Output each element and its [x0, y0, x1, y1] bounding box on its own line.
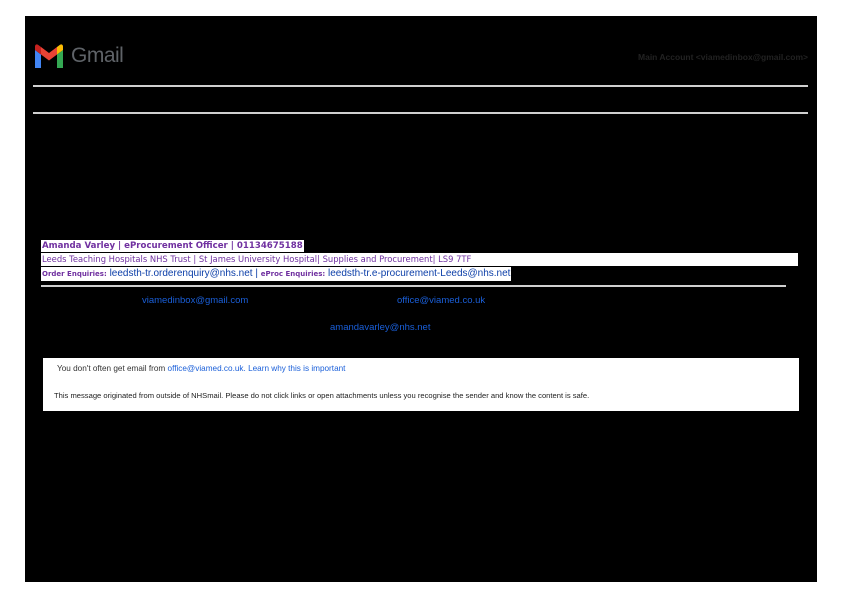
header-divider — [33, 85, 808, 87]
gmail-wordmark: Gmail — [71, 44, 124, 67]
signature-enquiries-line: Order Enquiries: leedsth-tr.orderenquiry… — [41, 267, 512, 281]
eproc-enquiries-label: eProc Enquiries: — [260, 270, 326, 278]
account-label: Main Account <viamedinbox@gmail.com> — [638, 52, 808, 62]
signature-name-line: Amanda Varley | eProcurement Officer | 0… — [41, 240, 304, 252]
enquiries-separator: | — [255, 268, 258, 279]
signature-org-line: Leeds Teaching Hospitals NHS Trust | St … — [41, 253, 798, 266]
external-warning-text: This message originated from outside of … — [54, 391, 590, 400]
eproc-enquiries-email[interactable]: leedsth-tr.e-procurement-Leeds@nhs.net — [328, 268, 510, 279]
from-email-link[interactable]: viamedinbox@gmail.com — [142, 295, 248, 306]
notice-prefix: You don't often get email from — [57, 364, 166, 373]
external-sender-notice: You don't often get email from office@vi… — [43, 358, 799, 411]
order-enquiries-email[interactable]: leedsth-tr.orderenquiry@nhs.net — [110, 268, 253, 279]
gmail-logo: Gmail — [33, 44, 124, 68]
notice-sender-link[interactable]: office@viamed.co.uk — [168, 364, 244, 373]
first-contact-notice: You don't often get email from office@vi… — [57, 364, 346, 373]
cc-email-link[interactable]: amandavarley@nhs.net — [330, 322, 430, 333]
learn-why-link[interactable]: Learn why this is important — [248, 364, 345, 373]
subject-divider — [33, 112, 808, 114]
signature-divider — [41, 285, 786, 287]
to-email-link[interactable]: office@viamed.co.uk — [397, 295, 485, 306]
gmail-m-icon — [35, 44, 63, 68]
order-enquiries-label: Order Enquiries: — [42, 270, 107, 278]
